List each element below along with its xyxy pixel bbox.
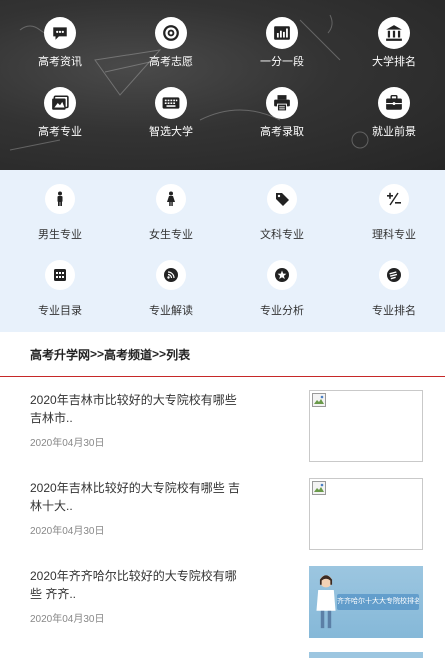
article-title[interactable]: 2020年吉林市比较好的大专院校有哪些 吉林市.. (30, 391, 245, 427)
chat-bubble-icon (44, 17, 76, 49)
person-illustration (316, 575, 336, 629)
article-thumbnail[interactable] (309, 390, 423, 462)
category-label: 专业排名 (372, 305, 416, 317)
category-label: 男生专业 (38, 229, 82, 241)
breadcrumb-home-link[interactable]: 高考升学网 (30, 346, 90, 363)
category-major-ranking[interactable]: 专业排名 (344, 246, 444, 322)
nav-item-university-rank[interactable]: 大学排名 (344, 0, 444, 70)
printer-icon (266, 87, 298, 119)
nav-item-major[interactable]: 高考专业 (10, 70, 110, 140)
breadcrumb-separator: >> (90, 347, 105, 361)
nav-item-label: 高考志愿 (149, 56, 193, 68)
category-panel: 男生专业 女生专业 文科专业 理科专业 专业目录 专业解读 专业分析 专业排名 (0, 170, 445, 332)
bar-chart-icon (266, 17, 298, 49)
breadcrumb-separator: >> (152, 347, 167, 361)
thumbnail-caption: 齐齐哈尔十大大专院校排名 (337, 594, 419, 610)
nav-item-volunteer[interactable]: 高考志愿 (121, 0, 221, 70)
broken-image-icon (312, 393, 326, 407)
article-date: 2020年04月30日 (30, 526, 105, 537)
category-arts-majors[interactable]: 文科专业 (232, 170, 332, 246)
broken-image-icon (312, 481, 326, 495)
image-stack-icon (44, 87, 76, 119)
plus-minus-icon (379, 184, 409, 214)
nav-item-news[interactable]: 高考资讯 (10, 0, 110, 70)
nav-item-label: 大学排名 (372, 56, 416, 68)
category-major-catalog[interactable]: 专业目录 (10, 246, 110, 322)
category-label: 专业分析 (260, 305, 304, 317)
nav-item-smart-select[interactable]: 智选大学 (121, 70, 221, 140)
nav-item-label: 智选大学 (149, 126, 193, 138)
article-thumbnail[interactable] (309, 478, 423, 550)
breadcrumb: 高考升学网 >> 高考频道 >> 列表 (0, 332, 445, 377)
nav-item-admission[interactable]: 高考录取 (232, 70, 332, 140)
nav-item-label: 高考录取 (260, 126, 304, 138)
category-major-interpretation[interactable]: 专业解读 (121, 246, 221, 322)
top-nav-grid: 高考资讯 高考志愿 一分一段 大学排名 高考专业 智选大学 高考录取 就业前景 (0, 0, 445, 170)
article-title[interactable]: 2020年吉林比较好的大专院校有哪些 吉林十大.. (30, 479, 245, 515)
breadcrumb-channel-link[interactable]: 高考频道 (104, 346, 152, 363)
nav-item-label: 高考专业 (38, 126, 82, 138)
article-date: 2020年04月30日 (30, 438, 105, 449)
feed-icon (156, 260, 186, 290)
nav-item-score-rank[interactable]: 一分一段 (232, 0, 332, 70)
grid-icon (45, 260, 75, 290)
tag-icon (267, 184, 297, 214)
male-icon (45, 184, 75, 214)
category-label: 女生专业 (149, 229, 193, 241)
article-thumbnail[interactable]: 齐齐哈尔十大大专院校排名 (309, 566, 423, 638)
category-male-majors[interactable]: 男生专业 (10, 170, 110, 246)
category-science-majors[interactable]: 理科专业 (344, 170, 444, 246)
nav-item-label: 高考资讯 (38, 56, 82, 68)
category-label: 专业目录 (38, 305, 82, 317)
nav-item-label: 就业前景 (372, 126, 416, 138)
category-major-analysis[interactable]: 专业分析 (232, 246, 332, 322)
article-item[interactable]: 2020年齐齐哈尔比较好的大专院校有哪些 齐齐.. 2020年04月30日 齐齐… (0, 554, 445, 642)
chart-badge-icon (379, 260, 409, 290)
article-item[interactable]: 2020年吉林市比较好的大专院校有哪些 吉林市.. 2020年04月30日 (0, 378, 445, 466)
nav-item-label: 一分一段 (260, 56, 304, 68)
female-icon (156, 184, 186, 214)
article-date: 2020年04月30日 (30, 614, 105, 625)
star-circle-icon (267, 260, 297, 290)
article-title[interactable]: 2020年齐齐哈尔比较好的大专院校有哪些 齐齐.. (30, 567, 245, 603)
next-article-thumbnail-edge (309, 652, 423, 658)
university-icon (378, 17, 410, 49)
category-label: 理科专业 (372, 229, 416, 241)
category-female-majors[interactable]: 女生专业 (121, 170, 221, 246)
keyboard-icon (155, 87, 187, 119)
target-icon (155, 17, 187, 49)
category-label: 文科专业 (260, 229, 304, 241)
top-nav: 高考资讯 高考志愿 一分一段 大学排名 高考专业 智选大学 高考录取 就业前景 (0, 0, 445, 170)
article-item[interactable]: 2020年吉林比较好的大专院校有哪些 吉林十大.. 2020年04月30日 (0, 466, 445, 554)
category-label: 专业解读 (149, 305, 193, 317)
breadcrumb-current: 列表 (166, 347, 191, 362)
nav-item-employment[interactable]: 就业前景 (344, 70, 444, 140)
briefcase-icon (378, 87, 410, 119)
